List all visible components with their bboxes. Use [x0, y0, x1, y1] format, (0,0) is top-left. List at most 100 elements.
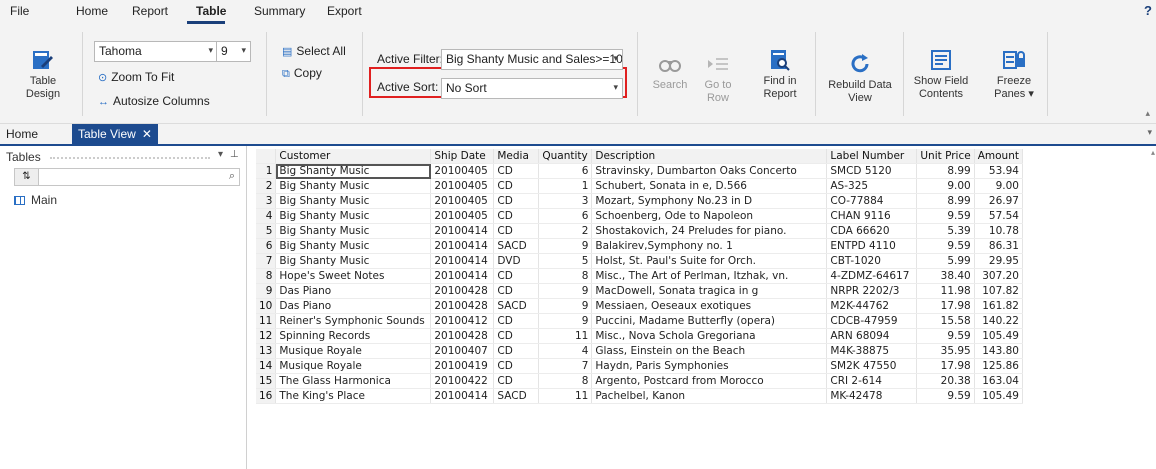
- grid-cell[interactable]: 20100405: [430, 178, 495, 195]
- font-name-combo[interactable]: Tahoma ▾: [94, 41, 218, 62]
- pin-icon[interactable]: ⊥: [230, 149, 239, 160]
- grid-cell[interactable]: MK-42478: [826, 388, 918, 405]
- column-header[interactable]: Description: [591, 149, 828, 165]
- grid-cell[interactable]: 105.49: [974, 328, 1023, 345]
- grid-cell[interactable]: 11: [538, 328, 593, 345]
- grid-cell[interactable]: CD: [493, 223, 540, 240]
- row-number[interactable]: 14: [256, 358, 277, 375]
- grid-cell[interactable]: 20100405: [430, 163, 495, 180]
- grid-cell[interactable]: SACD: [493, 298, 540, 315]
- grid-cell[interactable]: 307.20: [974, 268, 1023, 285]
- row-number[interactable]: 10: [256, 298, 277, 315]
- grid-cell[interactable]: CD: [493, 208, 540, 225]
- grid-cell[interactable]: 105.49: [974, 388, 1023, 405]
- table-row[interactable]: 10 Das Piano 20100428 SACD 9 Messiaen, Oeseau…: [256, 298, 1023, 315]
- grid-cell[interactable]: The Glass Harmonica: [275, 373, 432, 390]
- row-number[interactable]: 8: [256, 268, 277, 285]
- grid-cell[interactable]: 9: [538, 313, 593, 330]
- row-number[interactable]: 13: [256, 343, 277, 360]
- grid-cell[interactable]: Haydn, Paris Symphonies: [591, 358, 828, 375]
- grid-cell[interactable]: Musique Royale: [275, 343, 432, 360]
- column-header[interactable]: Amount: [974, 149, 1023, 165]
- grid-cell[interactable]: Argento, Postcard from Morocco: [591, 373, 828, 390]
- grid-cell[interactable]: 15.58: [916, 313, 975, 330]
- table-row[interactable]: 15 The Glass Harmonica 20100422 CD 8 Argento,…: [256, 373, 1023, 390]
- row-number[interactable]: 5: [256, 223, 277, 240]
- grid-cell[interactable]: CD: [493, 343, 540, 360]
- table-row[interactable]: 2 Big Shanty Music 20100405 CD 1 Schubert, So…: [256, 178, 1023, 195]
- grid-cell[interactable]: AS-325: [826, 178, 918, 195]
- grid-cell[interactable]: 10.78: [974, 223, 1023, 240]
- row-number[interactable]: 6: [256, 238, 277, 255]
- grid-cell[interactable]: Stravinsky, Dumbarton Oaks Concerto: [591, 163, 828, 180]
- select-all-button[interactable]: ▤ Select All: [282, 44, 346, 58]
- grid-cell[interactable]: 9: [538, 298, 593, 315]
- font-size-combo[interactable]: 9 ▾: [216, 41, 251, 62]
- grid-cell[interactable]: Glass, Einstein on the Beach: [591, 343, 828, 360]
- grid-cell[interactable]: CD: [493, 358, 540, 375]
- grid-cell[interactable]: Big Shanty Music: [275, 238, 432, 255]
- row-number[interactable]: 1: [256, 163, 277, 180]
- column-header[interactable]: Ship Date: [430, 149, 495, 165]
- grid-cell[interactable]: 86.31: [974, 238, 1023, 255]
- grid-cell[interactable]: 20100419: [430, 358, 495, 375]
- close-icon[interactable]: ✕: [142, 127, 152, 141]
- zoom-to-fit-button[interactable]: ⊙ Zoom To Fit: [98, 70, 174, 84]
- grid-cell[interactable]: 20100414: [430, 238, 495, 255]
- grid-cell[interactable]: CHAN 9116: [826, 208, 918, 225]
- grid-cell[interactable]: CD: [493, 268, 540, 285]
- grid-cell[interactable]: 8.99: [916, 163, 975, 180]
- grid-cell[interactable]: 1: [538, 178, 593, 195]
- table-row[interactable]: 14 Musique Royale 20100419 CD 7 Haydn, Paris …: [256, 358, 1023, 375]
- sort-icon[interactable]: ⇅: [15, 169, 39, 185]
- grid-cell[interactable]: SMCD 5120: [826, 163, 918, 180]
- table-row[interactable]: 12 Spinning Records 20100428 CD 11 Misc., Nov…: [256, 328, 1023, 345]
- grid-cell[interactable]: 9.59: [916, 238, 975, 255]
- grid-cell[interactable]: Schubert, Sonata in e, D.566: [591, 178, 828, 195]
- grid-cell[interactable]: Big Shanty Music: [275, 223, 432, 240]
- table-row[interactable]: 16 The King's Place 20100414 SACD 11 Pachelbe…: [256, 388, 1023, 405]
- menu-home[interactable]: Home: [76, 4, 108, 18]
- table-row[interactable]: 9 Das Piano 20100428 CD 9 MacDowell, Sonata t…: [256, 283, 1023, 300]
- grid-cell[interactable]: 4-ZDMZ-64617: [826, 268, 918, 285]
- grid-cell[interactable]: 11.98: [916, 283, 975, 300]
- table-row[interactable]: 4 Big Shanty Music 20100405 CD 6 Schoenberg, …: [256, 208, 1023, 225]
- autosize-columns-button[interactable]: ↔ Autosize Columns: [98, 94, 210, 108]
- grid-cell[interactable]: CDA 66620: [826, 223, 918, 240]
- grid-cell[interactable]: 17.98: [916, 358, 975, 375]
- menu-table[interactable]: Table: [196, 4, 226, 18]
- grid-cell[interactable]: Misc., The Art of Perlman, Itzhak, vn.: [591, 268, 828, 285]
- grid-cell[interactable]: 29.95: [974, 253, 1023, 270]
- grid-cell[interactable]: Misc., Nova Schola Gregoriana: [591, 328, 828, 345]
- grid-cell[interactable]: CD: [493, 313, 540, 330]
- grid-cell[interactable]: MacDowell, Sonata tragica in g: [591, 283, 828, 300]
- tab-home[interactable]: Home: [6, 127, 38, 141]
- show-field-contents-button[interactable]: Show Field Contents: [910, 48, 972, 101]
- grid-cell[interactable]: CD: [493, 193, 540, 210]
- column-header[interactable]: Unit Price: [916, 149, 975, 165]
- collapse-ribbon-icon[interactable]: ▴: [1145, 108, 1150, 119]
- grid-cell[interactable]: Schoenberg, Ode to Napoleon: [591, 208, 828, 225]
- table-row[interactable]: 1 Big Shanty Music 20100405 CD 6 Stravinsky, …: [256, 163, 1023, 180]
- column-header[interactable]: Quantity: [538, 149, 593, 165]
- grid-cell[interactable]: 20100428: [430, 283, 495, 300]
- panel-grip[interactable]: [50, 157, 210, 159]
- grid-cell[interactable]: M2K-44762: [826, 298, 918, 315]
- grid-cell[interactable]: ENTPD 4110: [826, 238, 918, 255]
- grid-cell[interactable]: M4K-38875: [826, 343, 918, 360]
- tables-search-input[interactable]: ⇅ ⌕: [14, 168, 240, 186]
- grid-cell[interactable]: CD: [493, 163, 540, 180]
- grid-cell[interactable]: 9: [538, 283, 593, 300]
- grid-cell[interactable]: 8.99: [916, 193, 975, 210]
- grid-cell[interactable]: 20100414: [430, 388, 495, 405]
- grid-cell[interactable]: 20100422: [430, 373, 495, 390]
- grid-cell[interactable]: 3: [538, 193, 593, 210]
- grid-cell[interactable]: Messiaen, Oeseaux exotiques: [591, 298, 828, 315]
- table-row[interactable]: 11 Reiner's Symphonic Sounds 20100412 CD 9 Pu…: [256, 313, 1023, 330]
- grid-cell[interactable]: 140.22: [974, 313, 1023, 330]
- grid-cell[interactable]: CO-77884: [826, 193, 918, 210]
- grid-cell[interactable]: CRI 2-614: [826, 373, 918, 390]
- grid-cell[interactable]: 125.86: [974, 358, 1023, 375]
- row-number[interactable]: 9: [256, 283, 277, 300]
- column-header[interactable]: Label Number: [826, 149, 918, 165]
